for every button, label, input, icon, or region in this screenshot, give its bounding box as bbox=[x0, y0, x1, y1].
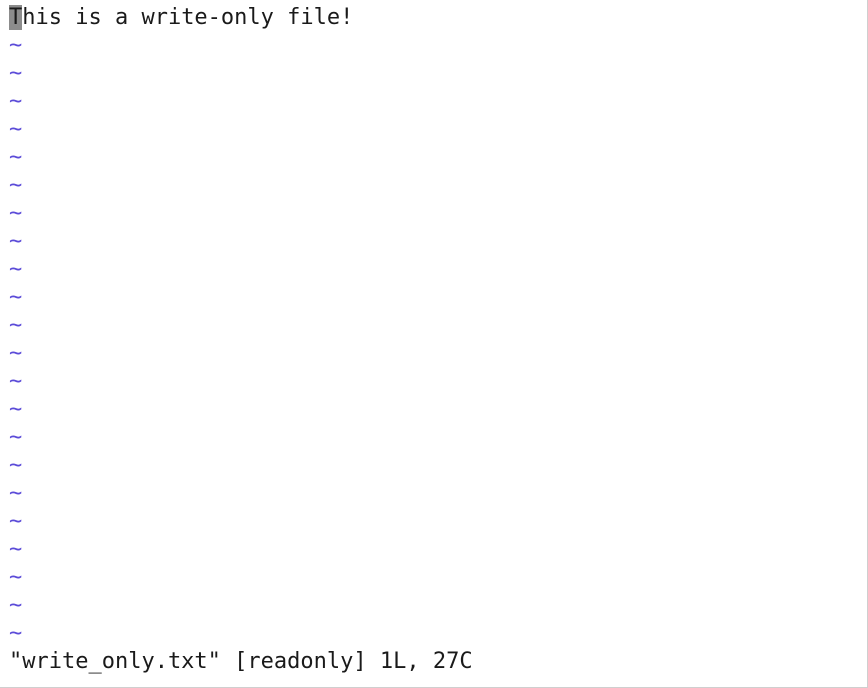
empty-line-marker: ~ bbox=[9, 257, 23, 282]
empty-line-marker: ~ bbox=[9, 621, 23, 646]
empty-line-marker: ~ bbox=[9, 565, 23, 590]
empty-line-marker: ~ bbox=[9, 369, 23, 394]
terminal-window[interactable]: This is a write-only file! ~ ~ ~ ~ ~ ~ ~ ~ ~ ~ ~ ~ ~… bbox=[0, 0, 868, 688]
empty-line-marker: ~ bbox=[9, 117, 23, 142]
empty-line-marker: ~ bbox=[9, 397, 23, 422]
empty-line-marker: ~ bbox=[9, 509, 23, 534]
empty-line-marker: ~ bbox=[9, 481, 23, 506]
empty-lines: ~ ~ ~ ~ ~ ~ ~ ~ ~ ~ ~ ~ ~ ~ ~ ~ ~ ~ ~ ~ ~ ~ bbox=[9, 32, 867, 648]
empty-line-marker: ~ bbox=[9, 593, 23, 618]
empty-line-marker: ~ bbox=[9, 173, 23, 198]
empty-line-marker: ~ bbox=[9, 33, 23, 58]
empty-line-marker: ~ bbox=[9, 61, 23, 86]
empty-line-marker: ~ bbox=[9, 201, 23, 226]
empty-line-marker: ~ bbox=[9, 425, 23, 450]
text-cursor: T bbox=[9, 5, 23, 30]
buffer-line-1[interactable]: This is a write-only file! bbox=[9, 4, 867, 32]
status-line: "write_only.txt" [readonly] 1L, 27C bbox=[9, 649, 473, 674]
empty-line-marker: ~ bbox=[9, 285, 23, 310]
empty-line-marker: ~ bbox=[9, 341, 23, 366]
empty-line-marker: ~ bbox=[9, 453, 23, 478]
buffer-line-text: his is a write-only file! bbox=[22, 5, 354, 30]
empty-line-marker: ~ bbox=[9, 229, 23, 254]
empty-line-marker: ~ bbox=[9, 145, 23, 170]
empty-line-marker: ~ bbox=[9, 313, 23, 338]
empty-line-marker: ~ bbox=[9, 89, 23, 114]
empty-line-marker: ~ bbox=[9, 537, 23, 562]
